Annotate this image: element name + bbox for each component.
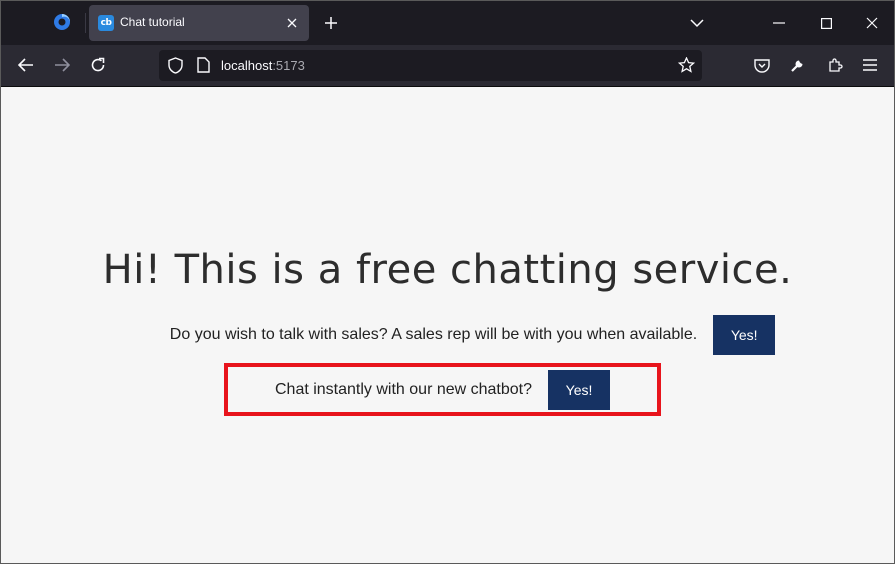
new-tab-icon[interactable]: [321, 13, 341, 33]
sales-prompt-text: Do you wish to talk with sales? A sales …: [169, 326, 698, 343]
sales-row: Do you wish to talk with sales? A sales …: [1, 315, 894, 355]
close-window-icon[interactable]: [862, 13, 882, 33]
favicon-icon: cb: [98, 15, 114, 31]
firefox-logo-icon[interactable]: [53, 13, 71, 31]
talk-to-sales-button[interactable]: Yes!: [713, 315, 776, 355]
url-text: localhost:5173: [221, 58, 305, 73]
bookmark-star-icon[interactable]: [677, 56, 695, 74]
wrench-icon[interactable]: [788, 55, 808, 75]
shield-icon[interactable]: [166, 56, 184, 74]
tab-bar: cb Chat tutorial: [1, 1, 894, 45]
chatbot-prompt-text: Chat instantly with our new chatbot?: [274, 380, 533, 398]
chevron-down-icon[interactable]: [687, 13, 707, 33]
extensions-puzzle-icon[interactable]: [825, 55, 845, 75]
page-info-icon[interactable]: [194, 56, 212, 74]
navigation-toolbar: localhost:5173: [1, 45, 894, 87]
url-host: localhost: [221, 58, 273, 73]
pocket-icon[interactable]: [752, 55, 772, 75]
tab-chat-tutorial[interactable]: cb Chat tutorial: [89, 5, 309, 41]
chatbot-yes-button[interactable]: Yes!: [548, 369, 611, 410]
close-tab-icon[interactable]: [283, 14, 301, 32]
tab-separator: [85, 13, 86, 33]
tab-title: Chat tutorial: [120, 15, 185, 29]
page-content: Hi! This is a free chatting service. Do …: [1, 87, 894, 563]
address-bar[interactable]: localhost:5173: [159, 50, 702, 81]
minimize-window-icon[interactable]: [769, 13, 789, 33]
page-headline: Hi! This is a free chatting service.: [102, 247, 793, 293]
url-port: :5173: [272, 58, 305, 73]
forward-arrow-icon[interactable]: [52, 55, 72, 75]
maximize-window-icon[interactable]: [816, 13, 836, 33]
chatbot-highlight-box: Chat instantly with our new chatbot? Yes…: [224, 363, 661, 416]
back-arrow-icon[interactable]: [16, 55, 36, 75]
menu-hamburger-icon[interactable]: [860, 55, 880, 75]
reload-icon[interactable]: [88, 55, 108, 75]
